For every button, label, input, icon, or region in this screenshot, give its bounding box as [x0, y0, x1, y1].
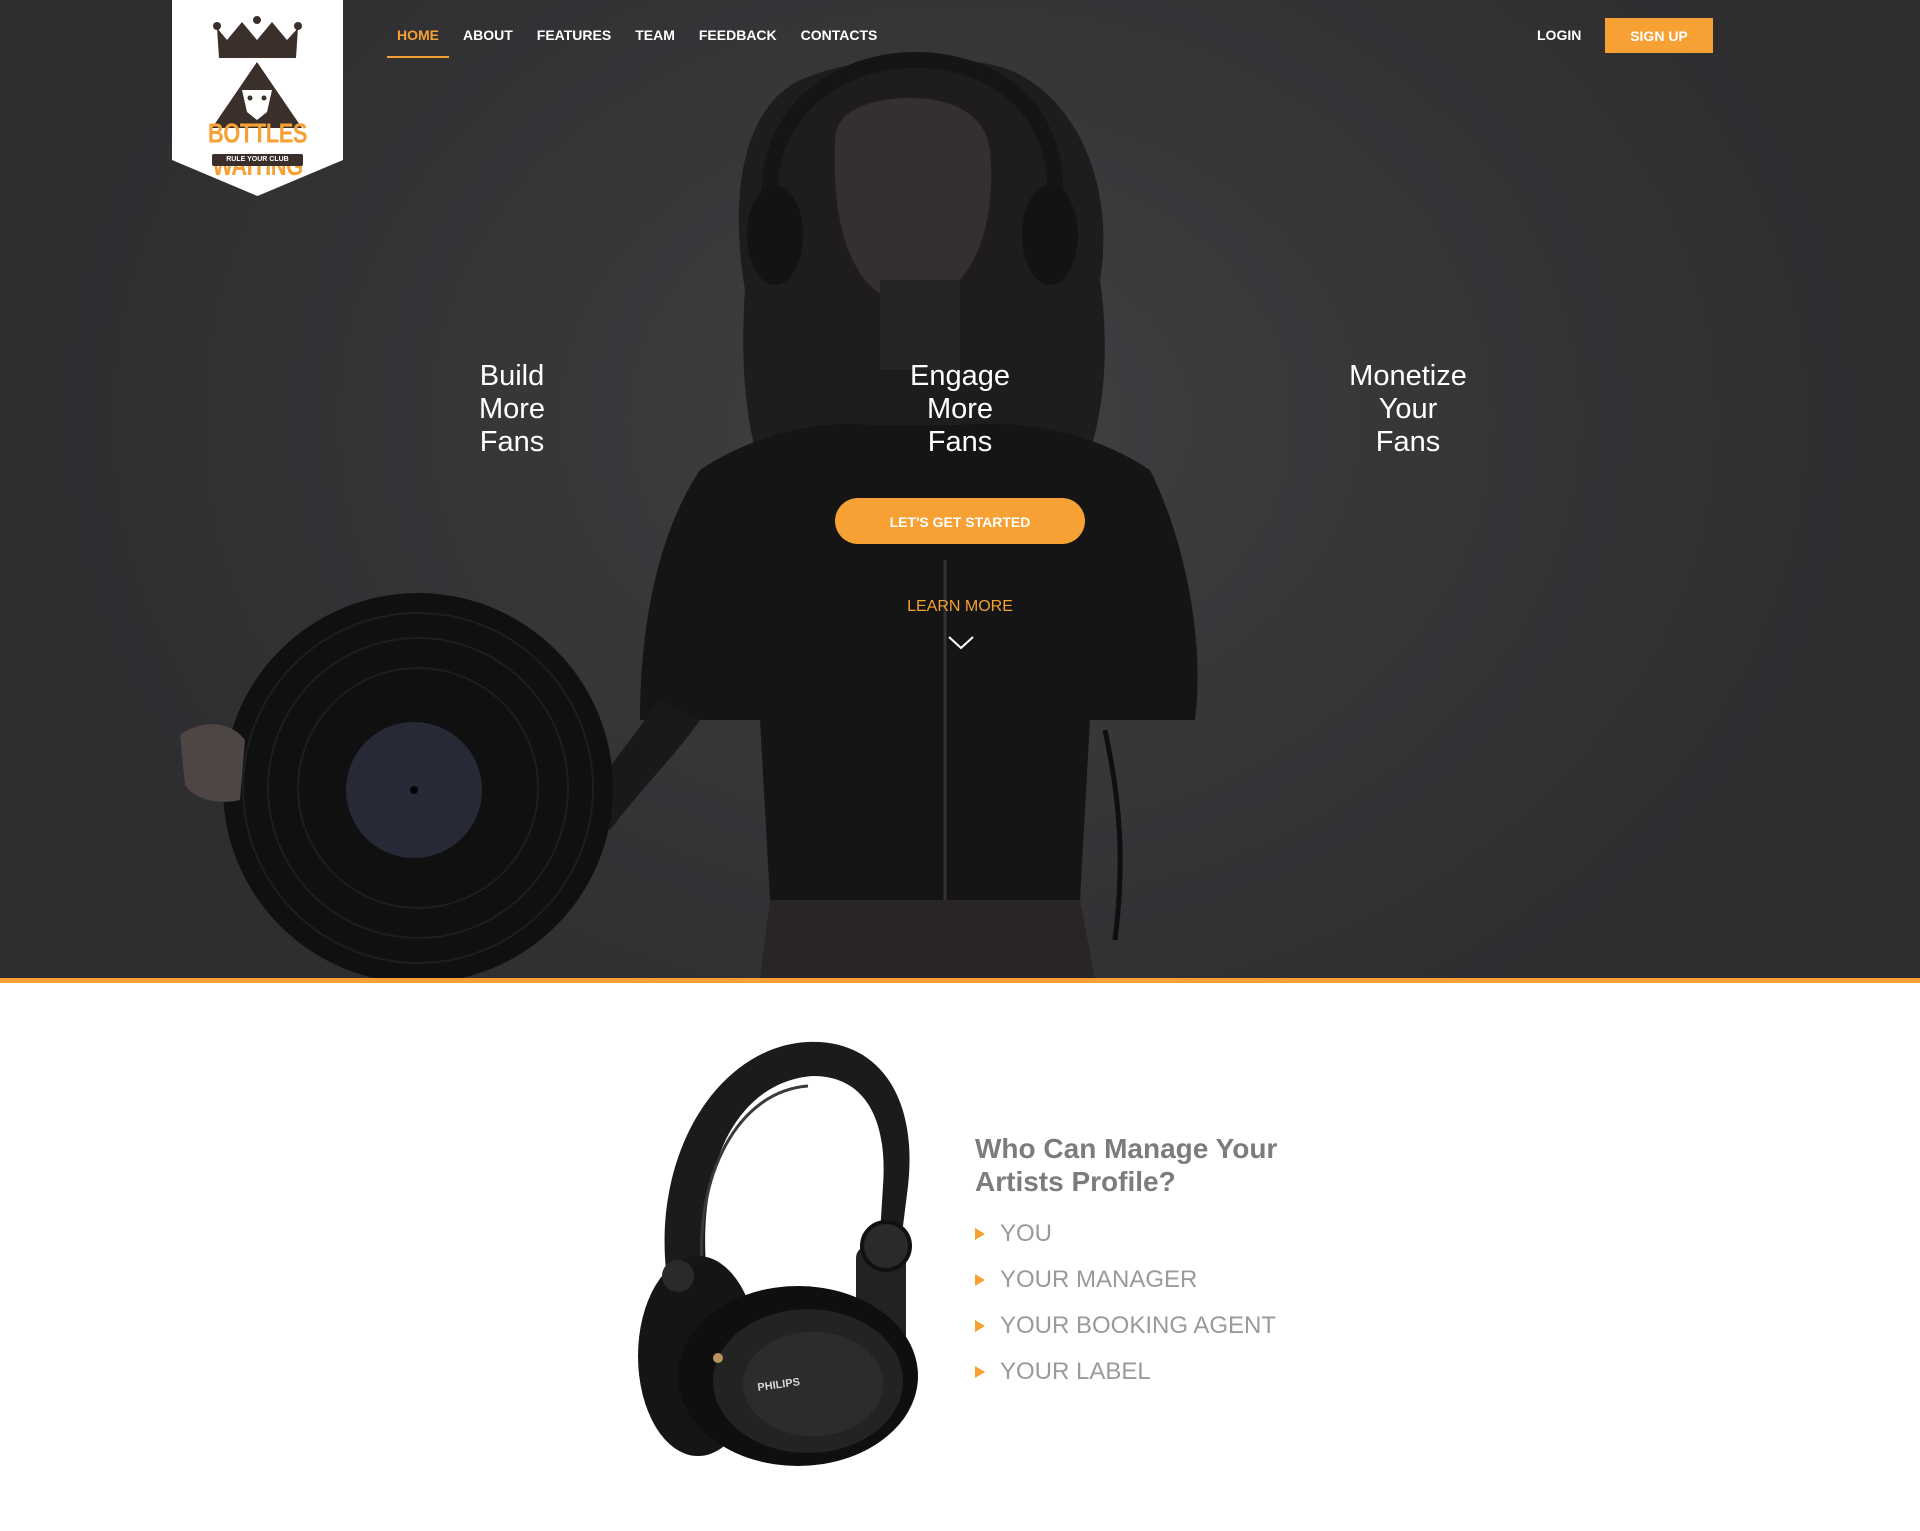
signup-button[interactable]: SIGN UP	[1605, 18, 1713, 53]
logo-brand-name: BOTTLES WAITING	[207, 117, 308, 182]
who-title-line: Artists Profile?	[975, 1166, 1176, 1197]
login-link[interactable]: LOGIN	[1537, 18, 1581, 52]
tagline-line: Monetize	[1349, 360, 1467, 392]
who-title-line: Who Can Manage Your	[975, 1133, 1278, 1164]
tagline-line: Fans	[927, 426, 993, 458]
list-item: YOUR LABEL	[975, 1352, 1276, 1398]
tagline-line: Engage	[910, 360, 1010, 392]
triangle-right-icon	[975, 1366, 985, 1378]
tagline-line: Fans	[479, 426, 545, 458]
nav-item-features[interactable]: FEATURES	[527, 0, 621, 58]
list-item: YOUR MANAGER	[975, 1260, 1276, 1306]
list-item-label: YOUR BOOKING AGENT	[1000, 1312, 1277, 1339]
headphones-image: PHILIPS	[638, 1041, 918, 1466]
chevron-down-icon[interactable]	[947, 634, 975, 652]
tagline-build: Build More Fans	[392, 360, 632, 459]
nav-item-contacts[interactable]: CONTACTS	[791, 0, 888, 58]
who-section-title: Who Can Manage Your Artists Profile?	[975, 1132, 1375, 1198]
tagline-line: Your	[1378, 393, 1438, 425]
hero-section: BOTTLES WAITING RULE YOUR CLUB HOME ABOU…	[0, 0, 1920, 978]
brand-logo[interactable]: BOTTLES WAITING RULE YOUR CLUB	[172, 0, 343, 196]
tagline-monetize: Monetize Your Fans	[1288, 360, 1528, 459]
tagline-line: More	[926, 393, 994, 425]
list-item-label: YOUR MANAGER	[1000, 1266, 1198, 1293]
nav-item-team[interactable]: TEAM	[625, 0, 685, 58]
triangle-right-icon	[975, 1228, 985, 1240]
list-item: YOU	[975, 1214, 1276, 1260]
hero-divider	[0, 978, 1920, 983]
nav-item-about[interactable]: ABOUT	[453, 0, 523, 58]
triangle-right-icon	[975, 1320, 985, 1332]
list-item-label: YOU	[1000, 1220, 1053, 1247]
get-started-button[interactable]: LET'S GET STARTED	[835, 498, 1085, 544]
list-item: YOUR BOOKING AGENT	[975, 1306, 1276, 1352]
learn-more-link[interactable]: LEARN MORE	[860, 598, 1060, 616]
list-item-label: YOUR LABEL	[1000, 1358, 1151, 1385]
triangle-right-icon	[975, 1274, 985, 1286]
who-list: YOU YOUR MANAGER YOUR BOOKING AGENT YOUR…	[975, 1214, 1276, 1398]
tagline-line: More	[478, 393, 546, 425]
nav-item-feedback[interactable]: FEEDBACK	[689, 0, 787, 58]
main-nav: HOME ABOUT FEATURES TEAM FEEDBACK CONTAC…	[387, 0, 891, 60]
tagline-line: Build	[479, 360, 545, 392]
tagline-engage: Engage More Fans	[840, 360, 1080, 459]
nav-item-home[interactable]: HOME	[387, 0, 449, 58]
tagline-line: Fans	[1375, 426, 1441, 458]
logo-tagline: RULE YOUR CLUB	[212, 154, 303, 166]
